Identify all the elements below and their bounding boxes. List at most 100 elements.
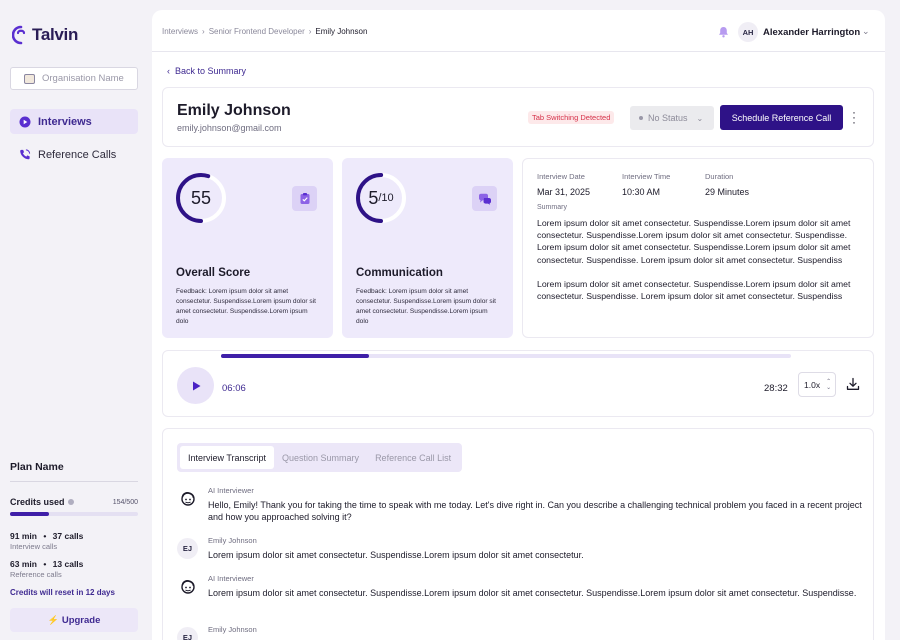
ai-interviewer-avatar: [177, 576, 198, 597]
candidate-avatar: EJ: [177, 538, 198, 559]
breadcrumb: Interviews › Senior Frontend Developer ›…: [162, 27, 367, 36]
credits-progress-fill: [10, 512, 50, 516]
summary-text: Lorem ipsum dolor sit amet consectetur. …: [537, 217, 862, 314]
reference-calls: 13 calls: [52, 559, 84, 569]
sidebar-item-reference-calls[interactable]: Reference Calls: [10, 142, 138, 167]
robot-face-icon: [180, 491, 195, 506]
score-number: 55: [190, 187, 212, 208]
summary-paragraph: Lorem ipsum dolor sit amet consectetur. …: [537, 218, 851, 265]
bell-icon[interactable]: [718, 26, 729, 38]
overall-score-feedback: Feedback: Lorem ipsum dolor sit amet con…: [176, 288, 317, 325]
interview-details-card: Interview Date Mar 31, 2025 Interview Ti…: [522, 158, 874, 338]
overall-score-title: Overall Score: [176, 267, 251, 279]
credits-progress-bar: [10, 512, 138, 516]
interview-usage: 91 min • 37 calls: [10, 531, 83, 541]
talvin-logo-icon: [12, 25, 26, 45]
lightning-icon: ⚡: [47, 614, 59, 625]
chevron-left-icon: ‹: [167, 66, 170, 76]
recording-player: 06:06 28:32 1.0x ⌃ ⌄: [162, 350, 874, 417]
speaker-name: Emily Johnson: [208, 536, 257, 545]
download-icon[interactable]: [846, 377, 860, 391]
communication-score-card: 5/10 Communication Feedback: Lorem ipsum…: [342, 158, 513, 338]
sidebar-item-interviews[interactable]: Interviews: [10, 109, 138, 134]
chevron-down-icon: ⌄: [696, 113, 704, 123]
tab-question-summary[interactable]: Question Summary: [274, 446, 367, 469]
back-link-label: Back to Summary: [175, 66, 247, 76]
candidate-email: emily.johnson@gmail.com: [177, 123, 282, 133]
user-avatar[interactable]: AH: [738, 22, 758, 42]
user-name[interactable]: Alexander Harrington: [763, 27, 860, 38]
credits-label: Credits used: [10, 497, 65, 507]
upgrade-label: Upgrade: [61, 614, 101, 626]
tab-reference-call-list[interactable]: Reference Call List: [367, 446, 459, 469]
tab-switching-badge: Tab Switching Detected: [528, 111, 615, 124]
duration-value: 29 Minutes: [705, 187, 750, 197]
upgrade-button[interactable]: ⚡ Upgrade: [10, 608, 138, 632]
tab-interview-transcript[interactable]: Interview Transcript: [180, 446, 275, 469]
communication-score-title: Communication: [356, 267, 443, 279]
plan-divider: [10, 481, 138, 482]
brand-name: Talvin: [32, 25, 79, 44]
breadcrumb-job[interactable]: Senior Frontend Developer: [209, 27, 305, 36]
interview-time-label: Interview Time: [622, 172, 671, 181]
reference-usage-label: Reference calls: [10, 570, 62, 579]
play-icon: [192, 381, 200, 390]
separator-dot: •: [43, 531, 47, 541]
interview-date-label: Interview Date: [537, 172, 585, 181]
communication-score-feedback: Feedback: Lorem ipsum dolor sit amet con…: [356, 288, 497, 325]
reference-usage: 63 min • 13 calls: [10, 559, 83, 569]
robot-face-icon: [180, 579, 195, 594]
candidate-avatar: EJ: [177, 627, 198, 640]
status-value: No Status: [648, 113, 688, 123]
play-button[interactable]: [177, 367, 214, 404]
play-circle-icon: [19, 116, 31, 128]
schedule-reference-call-button[interactable]: Schedule Reference Call: [720, 105, 843, 130]
score-number: 5: [368, 187, 379, 208]
communication-score-value: 5/10: [355, 172, 407, 224]
sidebar-item-label: Interviews: [38, 115, 92, 128]
interview-usage-label: Interview calls: [10, 542, 58, 551]
interview-date-value: Mar 31, 2025: [537, 187, 591, 197]
phone-call-icon: [19, 149, 31, 161]
summary-paragraph: Lorem ipsum dolor sit amet consectetur. …: [537, 278, 851, 302]
chevron-right-icon: ›: [308, 27, 312, 36]
clipboard-check-icon: [292, 186, 317, 211]
message-text: Lorem ipsum dolor sit amet consectetur. …: [208, 588, 857, 598]
credits-usage-row: Credits used 154/500: [10, 497, 138, 507]
speaker-name: AI Interviewer: [208, 486, 254, 495]
breadcrumb-interviews[interactable]: Interviews: [162, 27, 198, 36]
transcript-card: Interview Transcript Question Summary Re…: [162, 428, 874, 640]
message-text: Lorem ipsum dolor sit amet consectetur. …: [208, 550, 584, 560]
total-time: 28:32: [764, 383, 788, 394]
interview-date: Interview Date Mar 31, 2025: [537, 172, 590, 197]
candidate-header-card: Emily Johnson emily.johnson@gmail.com Ta…: [162, 87, 874, 147]
speaker-name: AI Interviewer: [208, 574, 254, 583]
sidebar: Talvin Organisation Name Interviews Refe…: [0, 0, 148, 640]
transcript-tabs: Interview Transcript Question Summary Re…: [177, 443, 463, 472]
chevron-down-icon[interactable]: ⌄: [862, 26, 870, 37]
sidebar-item-label: Reference Calls: [38, 148, 117, 161]
brand-logo[interactable]: Talvin: [12, 24, 78, 46]
up-down-chevron-icon: ⌃ ⌄: [826, 378, 832, 391]
plan-name: Plan Name: [10, 461, 64, 473]
status-dot-icon: [639, 116, 643, 120]
status-dropdown[interactable]: No Status ⌄: [630, 106, 714, 130]
playback-speed-selector[interactable]: 1.0x ⌃ ⌄: [798, 372, 836, 397]
duration-label: Duration: [705, 172, 734, 181]
more-options-icon[interactable]: · · ·: [851, 106, 857, 128]
organisation-placeholder: Organisation Name: [42, 73, 124, 84]
credits-value: 154/500: [112, 498, 138, 506]
playback-progress-fill: [221, 354, 370, 358]
message-text: Hello, Emily! Thank you for taking the t…: [208, 500, 862, 523]
ai-interviewer-avatar: [177, 488, 198, 509]
separator-dot: •: [43, 559, 47, 569]
organisation-selector[interactable]: Organisation Name: [10, 67, 138, 90]
playback-progress-bar[interactable]: [221, 354, 791, 358]
organisation-icon: [24, 73, 35, 84]
playback-speed-value: 1.0x: [804, 379, 821, 390]
info-icon[interactable]: [67, 499, 74, 505]
interview-duration: Duration 29 Minutes: [705, 172, 749, 197]
reference-minutes: 63 min: [10, 559, 37, 569]
score-suffix: /10: [378, 192, 394, 204]
back-to-summary-link[interactable]: ‹ Back to Summary: [167, 66, 246, 76]
